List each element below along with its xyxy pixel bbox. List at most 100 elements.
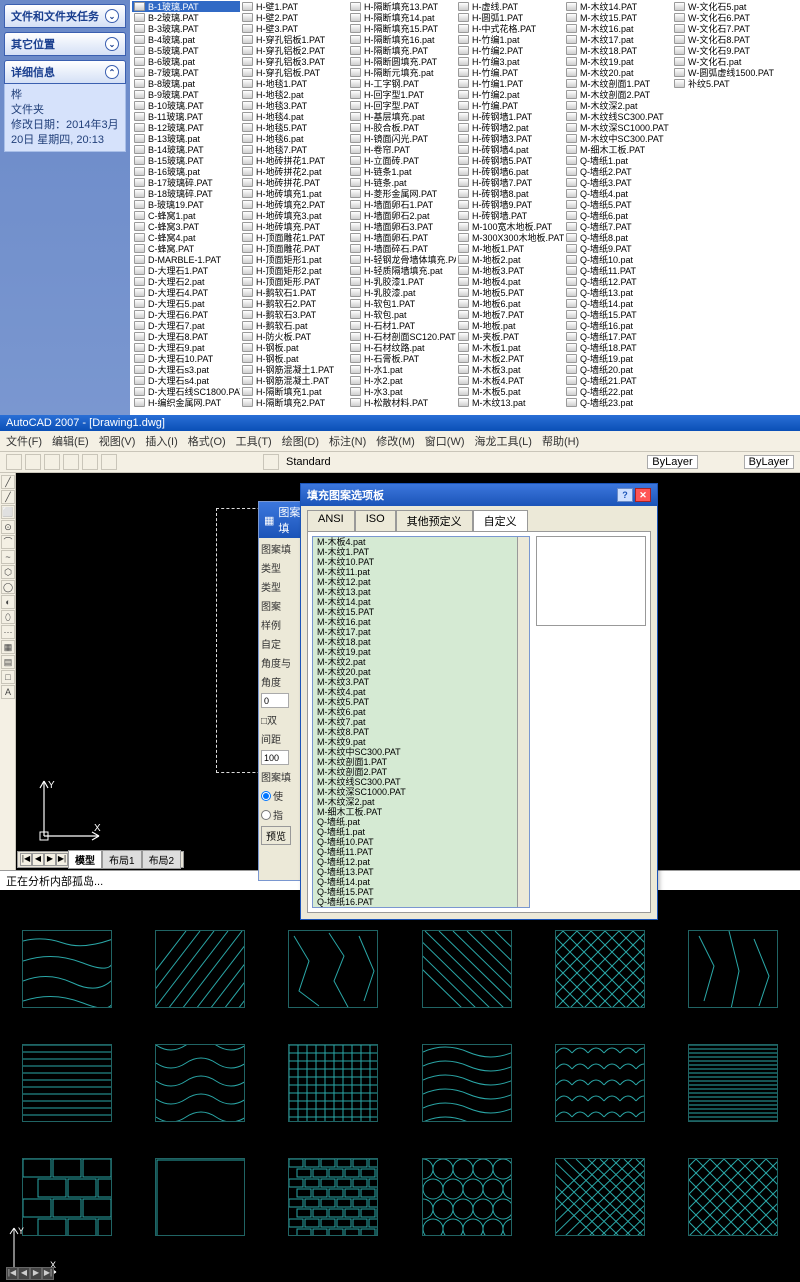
pattern-list-item[interactable]: Q-墙纸12.pat <box>313 857 517 867</box>
file-item[interactable]: H-顶面矩形.PAT <box>240 276 348 287</box>
toolbar-button[interactable] <box>82 454 98 470</box>
draw-tool-button[interactable]: □ <box>1 670 15 684</box>
file-item[interactable]: D-大理石s4.pat <box>132 375 240 386</box>
file-item[interactable]: H-卷帘.PAT <box>348 144 456 155</box>
pattern-swatch[interactable] <box>688 930 778 1008</box>
file-item[interactable]: H-水1.pat <box>348 364 456 375</box>
tab-layout2[interactable]: 布局2 <box>142 850 182 869</box>
file-item[interactable]: H-竹编1.pat <box>456 34 564 45</box>
file-item[interactable]: M-地板6.pat <box>456 298 564 309</box>
file-item[interactable]: H-地毯1.PAT <box>240 78 348 89</box>
file-item[interactable]: H-地砖填充2.PAT <box>240 199 348 210</box>
file-item[interactable]: B-12玻璃.PAT <box>132 122 240 133</box>
pattern-swatch[interactable] <box>555 1044 645 1122</box>
toolbar-button[interactable] <box>63 454 79 470</box>
file-item[interactable]: H-竹编.PAT <box>456 67 564 78</box>
file-item[interactable]: B-玻璃19.PAT <box>132 199 240 210</box>
draw-tool-button[interactable]: ⬜ <box>1 505 15 519</box>
hatch-input[interactable] <box>261 693 289 708</box>
menu-item[interactable]: 修改(M) <box>376 433 415 449</box>
file-item[interactable]: Q-墙纸12.PAT <box>564 276 672 287</box>
menu-item[interactable]: 插入(I) <box>145 433 177 449</box>
menu-item[interactable]: 文件(F) <box>6 433 42 449</box>
file-item[interactable]: Q-墙纸20.pat <box>564 364 672 375</box>
file-item[interactable]: Q-墙纸10.pat <box>564 254 672 265</box>
pattern-list-item[interactable]: M-木纹剖面1.PAT <box>313 757 517 767</box>
file-item[interactable]: M-地板.pat <box>456 320 564 331</box>
file-item[interactable]: H-砖钢墙4.pat <box>456 144 564 155</box>
file-item[interactable]: H-镜面闪光.PAT <box>348 133 456 144</box>
file-item[interactable]: H-墙面卵石3.PAT <box>348 221 456 232</box>
pattern-list-item[interactable]: M-木纹7.pat <box>313 717 517 727</box>
file-item[interactable]: H-穿孔铝板.PAT <box>240 67 348 78</box>
file-item[interactable]: H-壁2.PAT <box>240 12 348 23</box>
file-item[interactable]: H-竹编1.PAT <box>456 78 564 89</box>
file-item[interactable]: B-8玻璃.pat <box>132 78 240 89</box>
file-item[interactable]: H-地砖填充1.pat <box>240 188 348 199</box>
toolbar-button[interactable] <box>44 454 60 470</box>
menu-item[interactable]: 格式(O) <box>188 433 226 449</box>
pattern-swatch[interactable] <box>688 1158 778 1236</box>
pattern-swatch[interactable] <box>155 1158 245 1236</box>
pattern-list-item[interactable]: M-木纹19.pat <box>313 647 517 657</box>
file-item[interactable]: H-钢筋混凝土1.PAT <box>240 364 348 375</box>
file-item[interactable]: H-砖钢墙.PAT <box>456 210 564 221</box>
draw-tool-button[interactable]: ⊙ <box>1 520 15 534</box>
tab-nav-last[interactable]: ▶| <box>56 853 68 866</box>
file-item[interactable]: H-鹅软石2.PAT <box>240 298 348 309</box>
file-item[interactable]: B-13玻璃.pat <box>132 133 240 144</box>
file-item[interactable]: H-菱形金属网.PAT <box>348 188 456 199</box>
pattern-list-item[interactable]: M-木纹深SC1000.PAT <box>313 787 517 797</box>
pattern-list-item[interactable]: M-木纹11.pat <box>313 567 517 577</box>
file-item[interactable]: H-砖钢墙8.pat <box>456 188 564 199</box>
pattern-list-item[interactable]: Q-墙纸11.PAT <box>313 847 517 857</box>
file-item[interactable]: H-墙面卵石2.pat <box>348 210 456 221</box>
palette-tab[interactable]: 其他预定义 <box>396 510 473 531</box>
file-item[interactable]: H-顶面雕花.PAT <box>240 243 348 254</box>
pattern-list-item[interactable]: M-木纹中SC300.PAT <box>313 747 517 757</box>
file-item[interactable]: B-1玻璃.PAT <box>132 1 240 12</box>
file-item[interactable]: Q-墙纸18.PAT <box>564 342 672 353</box>
file-item[interactable]: H-竹编2.pat <box>456 89 564 100</box>
palette-tab[interactable]: 自定义 <box>473 510 528 531</box>
palette-tab[interactable]: ISO <box>355 510 396 531</box>
file-item[interactable]: H-钢筋混凝土.PAT <box>240 375 348 386</box>
file-item[interactable]: C-蜂窝.PAT <box>132 243 240 254</box>
file-item[interactable]: M-木纹线SC300.PAT <box>564 111 672 122</box>
menu-item[interactable]: 视图(V) <box>99 433 136 449</box>
pattern-list-item[interactable]: M-木纹14.pat <box>313 597 517 607</box>
pattern-swatch[interactable] <box>22 1044 112 1122</box>
draw-tool-button[interactable]: ··· <box>1 625 15 639</box>
draw-tool-button[interactable]: ◯ <box>1 580 15 594</box>
file-item[interactable]: M-木纹剖面2.PAT <box>564 89 672 100</box>
file-item[interactable]: M-木板5.pat <box>456 386 564 397</box>
pattern-list-item[interactable]: Q-墙纸.pat <box>313 817 517 827</box>
draw-tool-button[interactable]: ⬡ <box>1 565 15 579</box>
draw-tool-button[interactable]: ▤ <box>1 655 15 669</box>
pattern-list-item[interactable]: M-木纹9.pat <box>313 737 517 747</box>
file-item[interactable]: H-壁3.PAT <box>240 23 348 34</box>
file-item[interactable]: B-16玻璃.pat <box>132 166 240 177</box>
file-item[interactable]: W-文化石6.PAT <box>672 12 780 23</box>
file-item[interactable]: H-穿孔铝板3.PAT <box>240 56 348 67</box>
file-item[interactable]: Q-墙纸2.PAT <box>564 166 672 177</box>
color-combo[interactable]: ByLayer <box>744 455 794 469</box>
pattern-swatch[interactable] <box>155 930 245 1008</box>
file-item[interactable]: W-文化石9.PAT <box>672 45 780 56</box>
file-item[interactable]: B-11玻璃.PAT <box>132 111 240 122</box>
file-item[interactable]: Q-墙纸11.PAT <box>564 265 672 276</box>
tab-nav-next[interactable]: ▶ <box>44 853 56 866</box>
menu-item[interactable]: 绘图(D) <box>282 433 319 449</box>
file-item[interactable]: W-文化石5.pat <box>672 1 780 12</box>
tab-nav-prev[interactable]: ◀ <box>18 1267 30 1280</box>
file-item[interactable]: H-鹅软石.pat <box>240 320 348 331</box>
pattern-list-item[interactable]: M-木纹20.pat <box>313 667 517 677</box>
file-item[interactable]: H-工字钢.PAT <box>348 78 456 89</box>
tab-nav-last[interactable]: ▶| <box>42 1267 54 1280</box>
file-item[interactable]: M-木板4.PAT <box>456 375 564 386</box>
menu-item[interactable]: 编辑(E) <box>52 433 89 449</box>
file-item[interactable]: H-墙面碎石.PAT <box>348 243 456 254</box>
file-item[interactable]: H-防火板.PAT <box>240 331 348 342</box>
file-item[interactable]: H-乳胶漆.pat <box>348 287 456 298</box>
file-item[interactable]: D-大理石线SC1800.PAT <box>132 386 240 397</box>
